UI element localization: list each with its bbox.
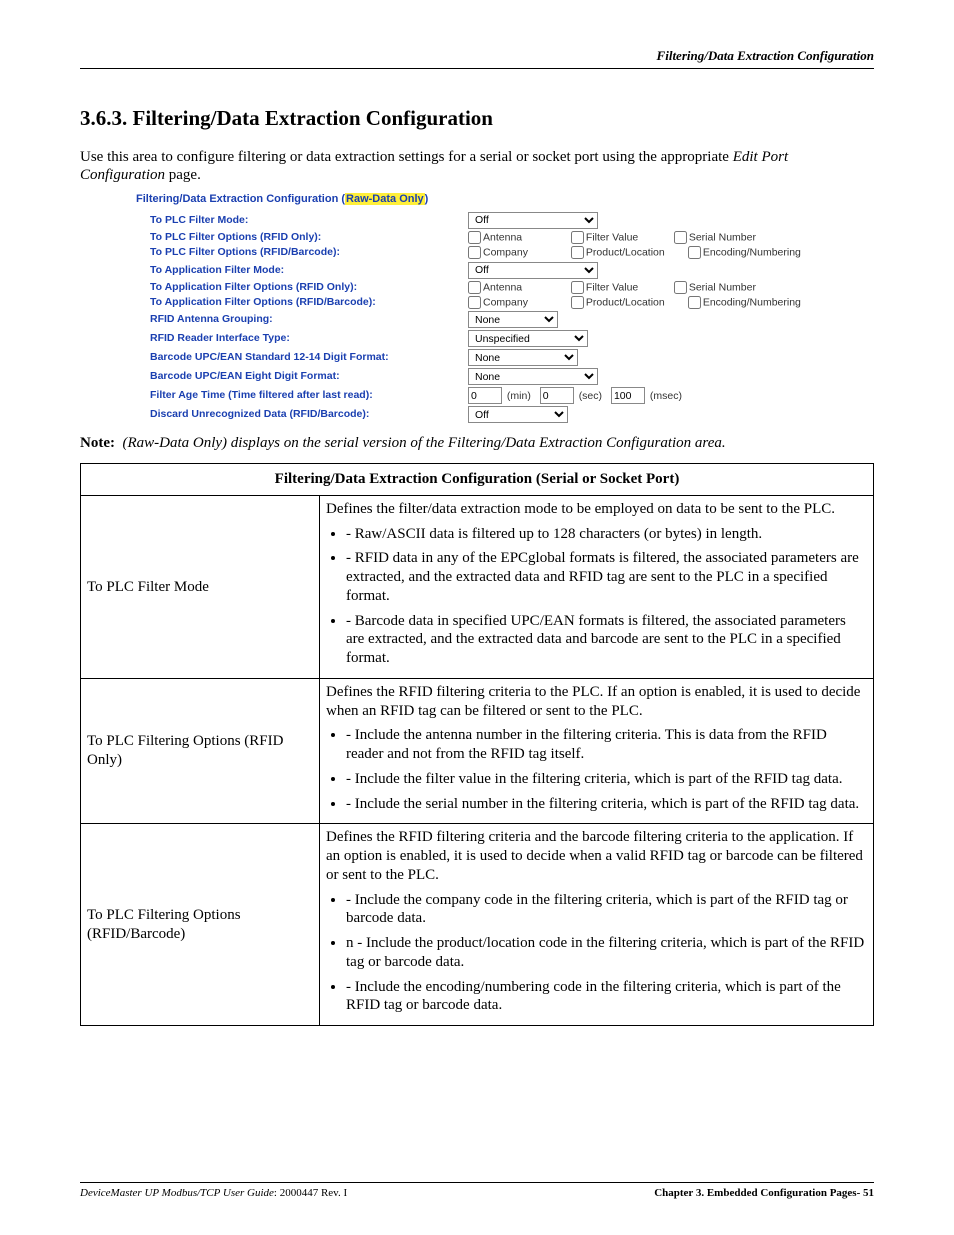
row-desc-1: Defines the filter/data extraction mode … <box>320 495 874 678</box>
select-to-app-mode[interactable]: Off <box>468 262 598 279</box>
section-heading: 3.6.3. Filtering/Data Extraction Configu… <box>80 105 874 131</box>
label-reader-if: RFID Reader Interface Type: <box>136 329 464 348</box>
label-discard: Discard Unrecognized Data (RFID/Barcode)… <box>136 405 464 424</box>
label-to-plc-mode: To PLC Filter Mode: <box>136 211 464 230</box>
unit-min: (min) <box>507 390 531 402</box>
select-bc8[interactable]: None <box>468 368 598 385</box>
input-age-msec[interactable] <box>611 387 645 404</box>
checkbox-filter-value[interactable] <box>571 231 584 244</box>
config-form-screenshot: Filtering/Data Extraction Configuration … <box>136 193 874 424</box>
row-desc-2: Defines the RFID filtering criteria to t… <box>320 678 874 824</box>
checkbox-serial-2[interactable] <box>674 281 687 294</box>
checkbox-antenna[interactable] <box>468 231 481 244</box>
list-item: - Include the filter value in the filter… <box>346 770 867 789</box>
checkbox-antenna-2[interactable] <box>468 281 481 294</box>
form-table: To PLC Filter Mode: Off To PLC Filter Op… <box>136 211 809 425</box>
note-label: Note: <box>80 435 115 451</box>
label-to-app-rfid: To Application Filter Options (RFID Only… <box>136 280 464 295</box>
select-bc1214[interactable]: None <box>468 349 578 366</box>
select-discard[interactable]: Off <box>468 406 568 423</box>
footer-left: DeviceMaster UP Modbus/TCP User Guide: 2… <box>80 1187 347 1201</box>
table-header: Filtering/Data Extraction Configuration … <box>81 464 874 496</box>
input-age-min[interactable] <box>468 387 502 404</box>
checkbox-company[interactable] <box>468 246 481 259</box>
section-title-text: Filtering/Data Extraction Configuration <box>133 106 493 130</box>
select-to-plc-mode[interactable]: Off <box>468 212 598 229</box>
row-desc-3: Defines the RFID filtering criteria and … <box>320 824 874 1026</box>
label-to-plc-rfid: To PLC Filter Options (RFID Only): <box>136 230 464 245</box>
form-title: Filtering/Data Extraction Configuration … <box>136 193 874 207</box>
intro-text-a: Use this area to configure filtering or … <box>80 149 733 165</box>
label-bc8: Barcode UPC/EAN Eight Digit Format: <box>136 367 464 386</box>
input-age-sec[interactable] <box>540 387 574 404</box>
intro-text-b: page. <box>165 167 201 183</box>
select-ant-group[interactable]: None <box>468 311 558 328</box>
label-to-plc-rb: To PLC Filter Options (RFID/Barcode): <box>136 245 464 260</box>
footer-right: Chapter 3. Embedded Configuration Pages-… <box>654 1187 874 1201</box>
unit-msec: (msec) <box>650 390 682 402</box>
note: Note: (Raw-Data Only) displays on the se… <box>80 434 874 453</box>
list-item: - Barcode data in specified UPC/EAN form… <box>346 612 867 668</box>
checkbox-prodloc-2[interactable] <box>571 296 584 309</box>
checkbox-filter-value-2[interactable] <box>571 281 584 294</box>
select-reader-if[interactable]: Unspecified <box>468 330 588 347</box>
row-label-3: To PLC Filtering Options (RFID/Barcode) <box>81 824 320 1026</box>
label-to-app-rb: To Application Filter Options (RFID/Barc… <box>136 295 464 310</box>
list-item: - Include the antenna number in the filt… <box>346 726 867 764</box>
checkbox-encnum[interactable] <box>688 246 701 259</box>
list-item: - RFID data in any of the EPCglobal form… <box>346 549 867 605</box>
description-table: Filtering/Data Extraction Configuration … <box>80 463 874 1026</box>
highlight: Raw-Data Only <box>345 193 425 205</box>
row-label-1: To PLC Filter Mode <box>81 495 320 678</box>
label-ant-group: RFID Antenna Grouping: <box>136 310 464 329</box>
section-number: 3.6.3. <box>80 106 127 130</box>
list-item: - Raw/ASCII data is filtered up to 128 c… <box>346 525 867 544</box>
list-item: - Include the serial number in the filte… <box>346 795 867 814</box>
unit-sec: (sec) <box>579 390 602 402</box>
checkbox-encnum-2[interactable] <box>688 296 701 309</box>
list-item: n - Include the product/location code in… <box>346 934 867 972</box>
intro-paragraph: Use this area to configure filtering or … <box>80 148 874 186</box>
running-header: Filtering/Data Extraction Configuration <box>80 48 874 69</box>
label-to-app-mode: To Application Filter Mode: <box>136 261 464 280</box>
label-age: Filter Age Time (Time filtered after las… <box>136 386 464 405</box>
checkbox-serial[interactable] <box>674 231 687 244</box>
list-item: - Include the company code in the filter… <box>346 891 867 929</box>
checkbox-company-2[interactable] <box>468 296 481 309</box>
checkbox-prodloc[interactable] <box>571 246 584 259</box>
list-item: - Include the encoding/numbering code in… <box>346 978 867 1016</box>
note-text: (Raw-Data Only) displays on the serial v… <box>122 435 725 451</box>
page-footer: DeviceMaster UP Modbus/TCP User Guide: 2… <box>80 1182 874 1201</box>
row-label-2: To PLC Filtering Options (RFID Only) <box>81 678 320 824</box>
label-bc1214: Barcode UPC/EAN Standard 12-14 Digit For… <box>136 348 464 367</box>
